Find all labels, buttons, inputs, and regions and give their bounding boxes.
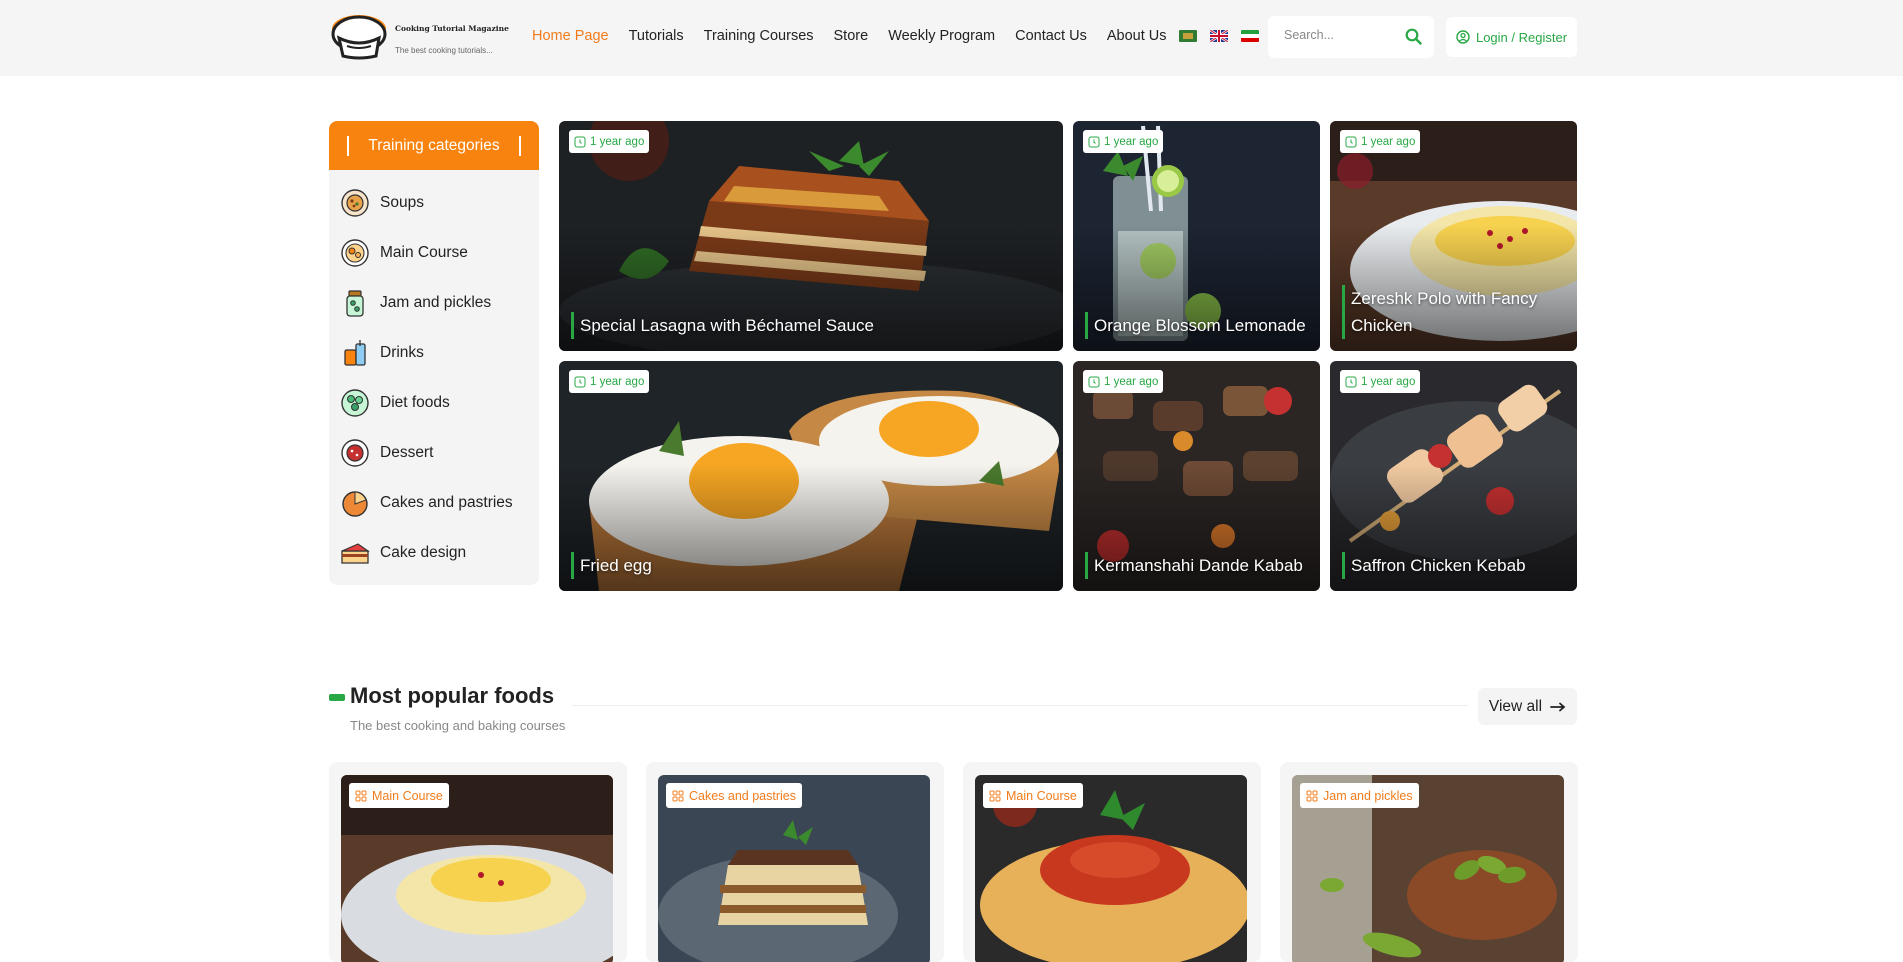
popular-card[interactable]: Jam and pickles bbox=[1280, 762, 1578, 962]
card-title: Special Lasagna with Béchamel Sauce bbox=[571, 312, 1051, 339]
category-badge[interactable]: Main Course bbox=[349, 783, 449, 808]
search-icon[interactable] bbox=[1405, 28, 1422, 45]
arrow-right-icon bbox=[1550, 702, 1566, 711]
logo-title: Cooking Tutorial Magazine bbox=[395, 24, 509, 33]
time-badge: 1 year ago bbox=[569, 370, 650, 393]
clock-icon bbox=[1088, 376, 1100, 387]
sidebar-item-cake-design[interactable]: Cake design bbox=[329, 528, 539, 578]
login-label: Login / Register bbox=[1475, 29, 1568, 45]
time-badge: 1 year ago bbox=[1083, 130, 1164, 153]
site-header: Cooking Tutorial Magazine The best cooki… bbox=[0, 0, 1903, 76]
time-badge: 1 year ago bbox=[569, 130, 650, 153]
time-badge: 1 year ago bbox=[1340, 370, 1421, 393]
nav-home[interactable]: Home Page bbox=[532, 28, 609, 44]
card-title: Zereshk Polo with Fancy Chicken bbox=[1342, 285, 1565, 339]
category-badge[interactable]: Jam and pickles bbox=[1300, 783, 1419, 808]
featured-card-lemonade[interactable]: 1 year ago Orange Blossom Lemonade bbox=[1073, 121, 1320, 351]
sidebar-item-cakes-and-pastries[interactable]: Cakes and pastries bbox=[329, 478, 539, 528]
sidebar-item-label: Jam and pickles bbox=[380, 294, 492, 311]
flag-iran-icon[interactable] bbox=[1241, 30, 1259, 42]
sidebar-item-label: Cake design bbox=[380, 544, 467, 561]
view-all-button[interactable]: View all bbox=[1478, 688, 1577, 725]
time-badge: 1 year ago bbox=[1083, 370, 1164, 393]
clock-icon bbox=[1345, 376, 1357, 387]
clock-icon bbox=[1345, 136, 1357, 147]
grid-icon bbox=[1306, 790, 1318, 801]
nav-training-courses[interactable]: Training Courses bbox=[704, 28, 814, 44]
flag-uk-icon[interactable] bbox=[1210, 30, 1228, 42]
grid-icon bbox=[355, 790, 367, 801]
sidebar-item-jam-and-pickles[interactable]: Jam and pickles bbox=[329, 278, 539, 328]
sidebar-item-dessert[interactable]: Dessert bbox=[329, 428, 539, 478]
clock-icon bbox=[574, 136, 586, 147]
search-box bbox=[1268, 16, 1434, 58]
chef-hat-logo-icon bbox=[331, 15, 387, 60]
popular-card[interactable]: Cakes and pastries bbox=[646, 762, 944, 962]
training-categories-sidebar: Training categories Soups Main Course Ja… bbox=[329, 121, 539, 585]
sidebar-item-label: Drinks bbox=[380, 344, 424, 361]
clock-icon bbox=[574, 376, 586, 387]
flag-icon-green[interactable] bbox=[1179, 30, 1197, 42]
drinks-icon bbox=[344, 340, 366, 366]
featured-card-dande-kabab[interactable]: 1 year ago Kermanshahi Dande Kabab bbox=[1073, 361, 1320, 591]
grid-icon bbox=[672, 790, 684, 801]
nav-tutorials[interactable]: Tutorials bbox=[629, 28, 684, 44]
login-register-button[interactable]: Login / Register bbox=[1446, 17, 1577, 57]
featured-card-fried-egg[interactable]: 1 year ago Fried egg bbox=[559, 361, 1063, 591]
sidebar-item-drinks[interactable]: Drinks bbox=[329, 328, 539, 378]
card-title: Fried egg bbox=[571, 552, 1051, 579]
dessert-icon bbox=[341, 439, 369, 467]
sidebar-title: Training categories bbox=[329, 121, 539, 170]
search-input[interactable] bbox=[1284, 28, 1394, 42]
featured-card-saffron-chicken-kebab[interactable]: 1 year ago Saffron Chicken Kebab bbox=[1330, 361, 1577, 591]
category-badge[interactable]: Main Course bbox=[983, 783, 1083, 808]
pie-icon bbox=[342, 491, 368, 517]
popular-card[interactable]: Main Course bbox=[963, 762, 1261, 962]
section-marker bbox=[329, 694, 345, 701]
view-all-label: View all bbox=[1488, 697, 1543, 715]
section-subtitle: The best cooking and baking courses bbox=[350, 718, 566, 733]
sidebar-item-main-course[interactable]: Main Course bbox=[329, 228, 539, 278]
main-nav: Home Page Tutorials Training Courses Sto… bbox=[532, 28, 1166, 44]
jar-icon bbox=[346, 290, 364, 317]
featured-card-zereshk-polo[interactable]: 1 year ago Zereshk Polo with Fancy Chick… bbox=[1330, 121, 1577, 351]
nav-about-us[interactable]: About Us bbox=[1107, 28, 1167, 44]
nav-weekly-program[interactable]: Weekly Program bbox=[888, 28, 995, 44]
sidebar-item-label: Diet foods bbox=[380, 394, 450, 411]
sidebar-item-soups[interactable]: Soups bbox=[329, 178, 539, 228]
user-circle-icon bbox=[1456, 30, 1470, 44]
category-list: Soups Main Course Jam and pickles Drinks… bbox=[329, 170, 539, 578]
language-switcher bbox=[1179, 30, 1259, 42]
popular-card[interactable]: Main Course bbox=[329, 762, 627, 962]
time-badge: 1 year ago bbox=[1340, 130, 1421, 153]
nav-store[interactable]: Store bbox=[834, 28, 869, 44]
soup-bowl-icon bbox=[341, 189, 369, 217]
sidebar-item-label: Soups bbox=[380, 194, 424, 211]
site-logo[interactable]: Cooking Tutorial Magazine The best cooki… bbox=[329, 12, 509, 62]
featured-card-lasagna[interactable]: 1 year ago Special Lasagna with Béchamel… bbox=[559, 121, 1063, 351]
grid-icon bbox=[989, 790, 1001, 801]
card-title: Saffron Chicken Kebab bbox=[1342, 552, 1565, 579]
clock-icon bbox=[1088, 136, 1100, 147]
salad-icon bbox=[341, 389, 369, 417]
sidebar-item-label: Main Course bbox=[380, 244, 468, 261]
card-title: Orange Blossom Lemonade bbox=[1085, 312, 1308, 339]
logo-subtitle: The best cooking tutorials... bbox=[395, 46, 493, 55]
nav-contact-us[interactable]: Contact Us bbox=[1015, 28, 1087, 44]
section-title: Most popular foods bbox=[350, 683, 555, 708]
sidebar-item-label: Cakes and pastries bbox=[380, 494, 513, 511]
category-badge[interactable]: Cakes and pastries bbox=[666, 783, 803, 808]
cake-slice-icon bbox=[341, 543, 370, 564]
sidebar-item-diet-foods[interactable]: Diet foods bbox=[329, 378, 539, 428]
card-title: Kermanshahi Dande Kabab bbox=[1085, 552, 1308, 579]
section-divider bbox=[572, 705, 1468, 706]
main-course-plate-icon bbox=[341, 239, 369, 267]
sidebar-item-label: Dessert bbox=[380, 444, 434, 461]
